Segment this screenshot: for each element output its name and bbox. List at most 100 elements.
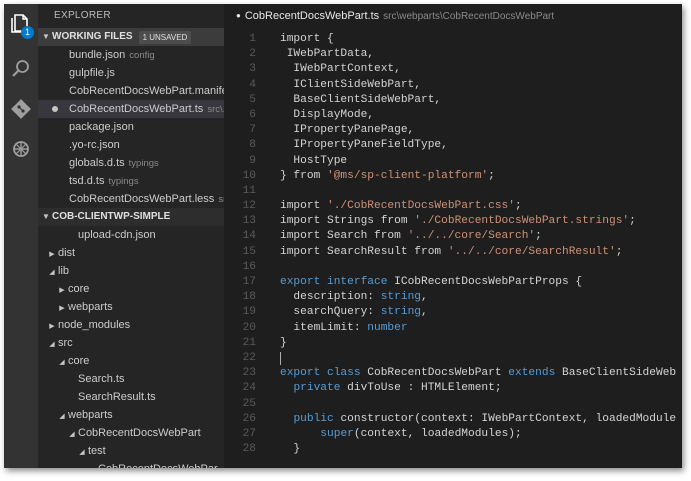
code-line: 11	[224, 184, 682, 199]
chevron-down-icon: ◢	[69, 431, 75, 438]
code-text: HostType	[280, 154, 347, 169]
tree-item-label: node_modules	[58, 319, 131, 331]
working-file-item[interactable]: CobRecentDocsWebPart.tssrc\...	[38, 100, 224, 118]
working-files-header[interactable]: ▼ WORKING FILES 1 UNSAVED	[38, 28, 224, 46]
editor-file-path: src\webparts\CobRecentDocsWebPart	[383, 11, 555, 22]
code-text: }	[280, 336, 287, 351]
chevron-right-icon: ▶	[59, 305, 65, 312]
tree-file-item[interactable]: Search.ts	[38, 370, 224, 388]
tree-item-label: src	[58, 337, 73, 349]
unsaved-dot-icon: ●	[236, 11, 241, 20]
working-file-item[interactable]: tsd.d.ts typings	[38, 172, 224, 190]
tree-item-label: dist	[58, 247, 76, 259]
line-number: 25	[242, 397, 256, 410]
line-number: 9	[249, 154, 256, 167]
code-text: import SearchResult from '../../core/Sea…	[280, 245, 622, 260]
activity-bar: 1	[4, 4, 38, 468]
line-number: 27	[242, 427, 256, 440]
code-text: private divToUse : HTMLElement;	[280, 381, 501, 396]
explorer-title: EXPLORER	[54, 10, 111, 21]
tree-item-label: CobRecentDocsWebPart	[78, 427, 201, 439]
working-file-item[interactable]: .yo-rc.json	[38, 136, 224, 154]
working-files-label: WORKING FILES	[52, 31, 133, 42]
tree-file-item[interactable]: CobRecentDocsWebPar...	[38, 460, 224, 468]
tree-folder-item[interactable]: ◢ core	[38, 352, 224, 370]
code-token: itemLimit:	[280, 321, 368, 334]
tree-file-item[interactable]: SearchResult.ts	[38, 388, 224, 406]
keyword-token: export interface	[280, 276, 388, 288]
code-token: ;	[514, 200, 522, 213]
code-line: 4 IClientSideWebPart,	[224, 78, 682, 93]
working-file-item[interactable]: bundle.json config	[38, 46, 224, 64]
code-token: description:	[280, 291, 381, 304]
code-text: description: string,	[280, 290, 427, 305]
code-token: IPropertyPaneFieldType,	[280, 139, 448, 152]
files-icon[interactable]: 1	[4, 6, 38, 40]
editor-scrollbar[interactable]	[676, 28, 682, 468]
tree-folder-item[interactable]: ◢ webparts	[38, 406, 224, 424]
working-files-list: bundle.json config gulpfile.js CobRecentDoc…	[38, 46, 224, 208]
code-line: 17 export interface ICobRecentDocsWebPart…	[224, 275, 682, 290]
tree-file-item[interactable]: upload-cdn.json	[38, 226, 224, 244]
line-number: 1	[249, 33, 256, 45]
working-file-description: typings	[108, 176, 139, 187]
code-line: 8 IPropertyPaneFieldType,	[224, 138, 682, 153]
tree-item-label: webparts	[68, 409, 113, 421]
tree-item-label: lib	[58, 265, 70, 277]
project-folder-header[interactable]: ▼ COB-CLIENTWP-SIMPLE	[38, 208, 224, 226]
unsaved-dot-icon	[52, 106, 58, 112]
code-line: 27 super(context, loadedModules);	[224, 427, 682, 442]
working-file-description: config	[129, 50, 155, 61]
code-area[interactable]: 1 import {2 IWebPartData, 3 IWebPartContex…	[224, 32, 682, 457]
editor-file-name: CobRecentDocsWebPart.ts	[244, 10, 380, 22]
code-token: (context, loadedModules);	[353, 427, 522, 440]
text-cursor	[280, 351, 281, 365]
tree-folder-item[interactable]: ▶ dist	[38, 244, 224, 262]
tree-folder-item[interactable]: ◢ CobRecentDocsWebPart	[38, 424, 224, 442]
code-line: 14 import Search from '../../core/Search'…	[224, 229, 682, 244]
tree-folder-item[interactable]: ◢ test	[38, 442, 224, 460]
code-token: HostType	[280, 154, 348, 167]
chevron-right-icon: ▶	[59, 287, 65, 294]
code-text: export interface ICobRecentDocsWebPartPr…	[280, 275, 582, 290]
working-file-item[interactable]: globals.d.ts typings	[38, 154, 224, 172]
line-number: 14	[242, 230, 256, 243]
code-token: IClientSideWebPart,	[280, 78, 421, 91]
keyword-token: number	[367, 321, 408, 334]
search-icon[interactable]	[4, 52, 38, 86]
working-file-description: typings	[128, 158, 159, 169]
explorer-sidebar: EXPLORER ▼ WORKING FILES 1 UNSAVED bundl…	[38, 4, 224, 468]
tree-folder-item[interactable]: ▶ webparts	[38, 298, 224, 316]
working-file-item[interactable]: package.json	[38, 118, 224, 136]
working-file-item[interactable]: CobRecentDocsWebPart.lesssrc...	[38, 190, 224, 208]
editor-title-bar: ● CobRecentDocsWebPart.ts src\webparts\Cob…	[224, 4, 682, 28]
line-number: 23	[242, 367, 256, 380]
code-line: 5 BaseClientSideWebPart,	[224, 93, 682, 108]
tree-item-label: CobRecentDocsWebPar...	[98, 463, 224, 468]
chevron-right-icon: ▶	[49, 251, 55, 258]
line-number: 5	[249, 93, 256, 106]
code-line: 9 HostType	[224, 154, 682, 169]
code-editor[interactable]: ● CobRecentDocsWebPart.ts src\webparts\Cob…	[224, 4, 682, 468]
code-text: import {	[280, 32, 334, 47]
working-file-description: src\...	[207, 104, 224, 115]
code-line: 1 import {	[224, 32, 682, 47]
working-file-item[interactable]: CobRecentDocsWebPart.manife...	[38, 82, 224, 100]
git-icon[interactable]	[4, 92, 38, 126]
line-number: 13	[242, 215, 256, 228]
code-text: super(context, loadedModules);	[280, 427, 522, 442]
tree-folder-item[interactable]: ◢ lib	[38, 262, 224, 280]
code-token: } from	[280, 169, 327, 182]
code-token: }	[280, 443, 301, 456]
line-number: 3	[249, 63, 256, 76]
debug-icon[interactable]	[4, 132, 38, 166]
code-line: 6 DisplayMode,	[224, 108, 682, 123]
tree-folder-item[interactable]: ▶ core	[38, 280, 224, 298]
line-number: 4	[249, 78, 256, 91]
tree-folder-item[interactable]: ◢ src	[38, 334, 224, 352]
line-number: 24	[242, 382, 256, 395]
tree-folder-item[interactable]: ▶ node_modules	[38, 316, 224, 334]
working-file-item[interactable]: gulpfile.js	[38, 64, 224, 82]
keyword-token: private	[293, 382, 341, 395]
keyword-token: public	[293, 412, 334, 425]
